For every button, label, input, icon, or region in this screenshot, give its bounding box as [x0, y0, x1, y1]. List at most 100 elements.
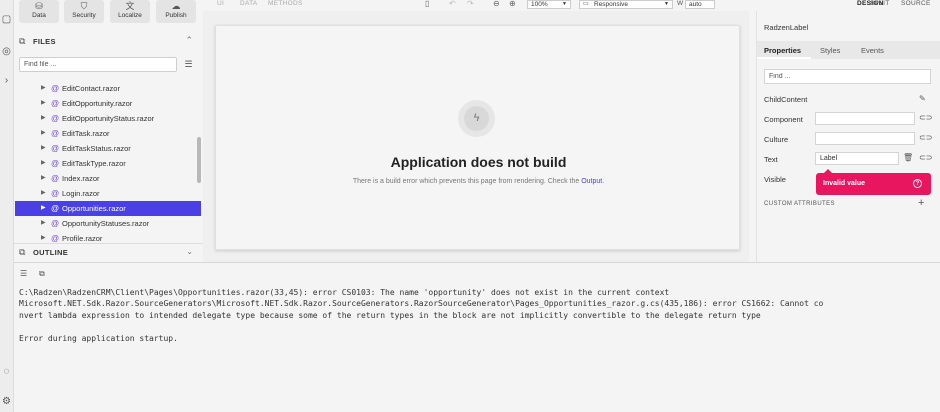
property-search-input[interactable]	[764, 69, 931, 84]
caret-right-icon[interactable]: ▶	[41, 126, 46, 141]
chevron-down-icon[interactable]: ⌄	[186, 247, 193, 256]
zoom-out-icon[interactable]: ⊖	[493, 0, 500, 8]
copy-icon[interactable]: ⧉	[39, 269, 45, 279]
file-list-scrollbar[interactable]	[197, 137, 201, 183]
monitor-icon: ▭	[583, 1, 589, 7]
file-item[interactable]: ▶ @ EditOpportunityStatus.razor	[15, 111, 201, 126]
link-icon[interactable]: ⊂⊃	[919, 133, 932, 142]
component-name: RadzenLabel	[764, 23, 809, 32]
caret-right-icon[interactable]: ▶	[41, 186, 46, 201]
trash-icon[interactable]: 🗑	[903, 153, 913, 162]
error-message-text: There is a build error which prevents th…	[352, 178, 582, 185]
razor-file-icon: @	[51, 234, 60, 243]
width-input[interactable]: auto	[685, 0, 715, 9]
redo-icon[interactable]: ↷	[467, 0, 474, 8]
file-item[interactable]: ▶ @ EditTaskType.razor	[15, 156, 201, 171]
tab-styles[interactable]: Styles	[820, 46, 840, 55]
build-error-card: ϟ Application does not build There is a …	[215, 25, 740, 250]
help-icon[interactable]: ?	[913, 179, 922, 188]
component-input[interactable]	[815, 112, 915, 125]
zoom-select[interactable]: 100% ▼	[527, 0, 571, 9]
translate-icon: 文	[125, 1, 135, 11]
caret-right-icon[interactable]: ▶	[41, 231, 46, 243]
file-item[interactable]: ▶ @ EditContact.razor	[15, 81, 201, 96]
razor-file-icon: @	[51, 114, 60, 123]
childcontent-label: ChildContent	[764, 95, 808, 104]
data-tool-button[interactable]: ⛁ Data	[19, 0, 59, 23]
components-view-icon[interactable]: ◎	[1, 46, 12, 57]
caret-right-icon[interactable]: ▶	[41, 201, 46, 216]
razor-file-icon: @	[51, 84, 60, 93]
text-input[interactable]: Label	[815, 152, 899, 165]
custom-attributes-header: CUSTOM ATTRIBUTES	[764, 201, 835, 207]
tool-label: Localize	[118, 12, 142, 19]
razor-file-icon: @	[51, 189, 60, 198]
file-item[interactable]: ▶ @ EditTaskStatus.razor	[15, 141, 201, 156]
file-name: EditContact.razor	[62, 84, 120, 93]
tree-view-icon[interactable]: ☰	[181, 57, 196, 72]
file-name: OpportunityStatuses.razor	[62, 219, 150, 228]
outline-icon: ⧉	[19, 247, 26, 257]
razor-file-icon: @	[51, 144, 60, 153]
split-mode-button[interactable]: SPLIT	[870, 0, 890, 8]
culture-input[interactable]	[815, 132, 915, 145]
lightning-icon: ϟ	[464, 106, 489, 131]
tab-methods[interactable]: METHODS	[268, 0, 303, 8]
tab-data[interactable]: DATA	[240, 0, 258, 8]
caret-right-icon[interactable]: ▶	[41, 156, 46, 171]
shield-icon: ⛉	[80, 1, 88, 11]
localize-tool-button[interactable]: 文 Localize	[110, 0, 150, 23]
file-item[interactable]: ▶ @ Index.razor	[15, 171, 201, 186]
page-icon[interactable]: ▯	[425, 0, 429, 8]
chevron-right-icon[interactable]: ›	[1, 75, 12, 86]
files-view-icon[interactable]: ▢	[1, 14, 12, 25]
list-icon[interactable]: ☰	[20, 269, 27, 278]
caret-right-icon[interactable]: ▶	[41, 96, 46, 111]
razor-file-icon: @	[51, 204, 60, 213]
find-file-input[interactable]	[19, 57, 177, 72]
source-mode-button[interactable]: SOURCE	[901, 0, 931, 8]
file-name: EditTaskStatus.razor	[62, 144, 131, 153]
file-name: Opportunities.razor	[62, 204, 126, 213]
device-select[interactable]: ▭ Responsive ▼	[579, 0, 673, 9]
caret-right-icon[interactable]: ▶	[41, 111, 46, 126]
file-item[interactable]: ▶ @ OpportunityStatuses.razor	[15, 216, 201, 231]
files-panel-header[interactable]: ⧉ FILES ⌃	[14, 31, 203, 51]
settings-icon[interactable]: ⚙	[1, 396, 12, 407]
file-item[interactable]: ▶ @ EditOpportunity.razor	[15, 96, 201, 111]
output-link[interactable]: Output	[581, 178, 602, 185]
files-title: FILES	[33, 37, 56, 46]
zoom-in-icon[interactable]: ⊕	[509, 0, 516, 8]
file-name: EditTask.razor	[62, 129, 110, 138]
file-item[interactable]: ▶ @ Login.razor	[15, 186, 201, 201]
tab-ui[interactable]: UI	[217, 0, 224, 8]
designer-toolbar: UI DATA METHODS ▯ ↶ ↷ ⊖ ⊕ 100% ▼ ▭ Respo…	[203, 0, 940, 11]
publish-tool-button[interactable]: ☁ Publish	[156, 0, 196, 23]
file-item[interactable]: ▶ @ EditTask.razor	[15, 126, 201, 141]
caret-right-icon[interactable]: ▶	[41, 171, 46, 186]
security-tool-button[interactable]: ⛉ Security	[64, 0, 104, 23]
tab-properties[interactable]: Properties	[764, 46, 801, 55]
properties-tabs: Properties Styles Events	[757, 41, 940, 59]
pencil-icon[interactable]: ✎	[919, 94, 926, 103]
file-name: Login.razor	[62, 189, 100, 198]
chevron-down-icon: ▼	[562, 1, 567, 7]
account-icon[interactable]: ◌	[1, 366, 12, 377]
chevron-up-icon[interactable]: ⌃	[185, 35, 193, 46]
culture-label: Culture	[764, 135, 789, 144]
add-attribute-icon[interactable]: +	[918, 197, 924, 209]
caret-right-icon[interactable]: ▶	[41, 141, 46, 156]
tab-events[interactable]: Events	[861, 46, 884, 55]
link-icon[interactable]: ⊂⊃	[919, 153, 932, 162]
chevron-down-icon: ▼	[664, 1, 669, 7]
caret-right-icon[interactable]: ▶	[41, 216, 46, 231]
file-item[interactable]: ▶ @ Profile.razor	[15, 231, 201, 243]
file-item[interactable]: ▶ @ Opportunities.razor	[15, 201, 201, 216]
caret-right-icon[interactable]: ▶	[41, 81, 46, 96]
outline-panel-header[interactable]: ⧉ OUTLINE ⌄	[14, 243, 203, 260]
database-icon: ⛁	[35, 1, 43, 11]
razor-file-icon: @	[51, 129, 60, 138]
undo-icon[interactable]: ↶	[449, 0, 456, 8]
link-icon[interactable]: ⊂⊃	[919, 113, 932, 122]
